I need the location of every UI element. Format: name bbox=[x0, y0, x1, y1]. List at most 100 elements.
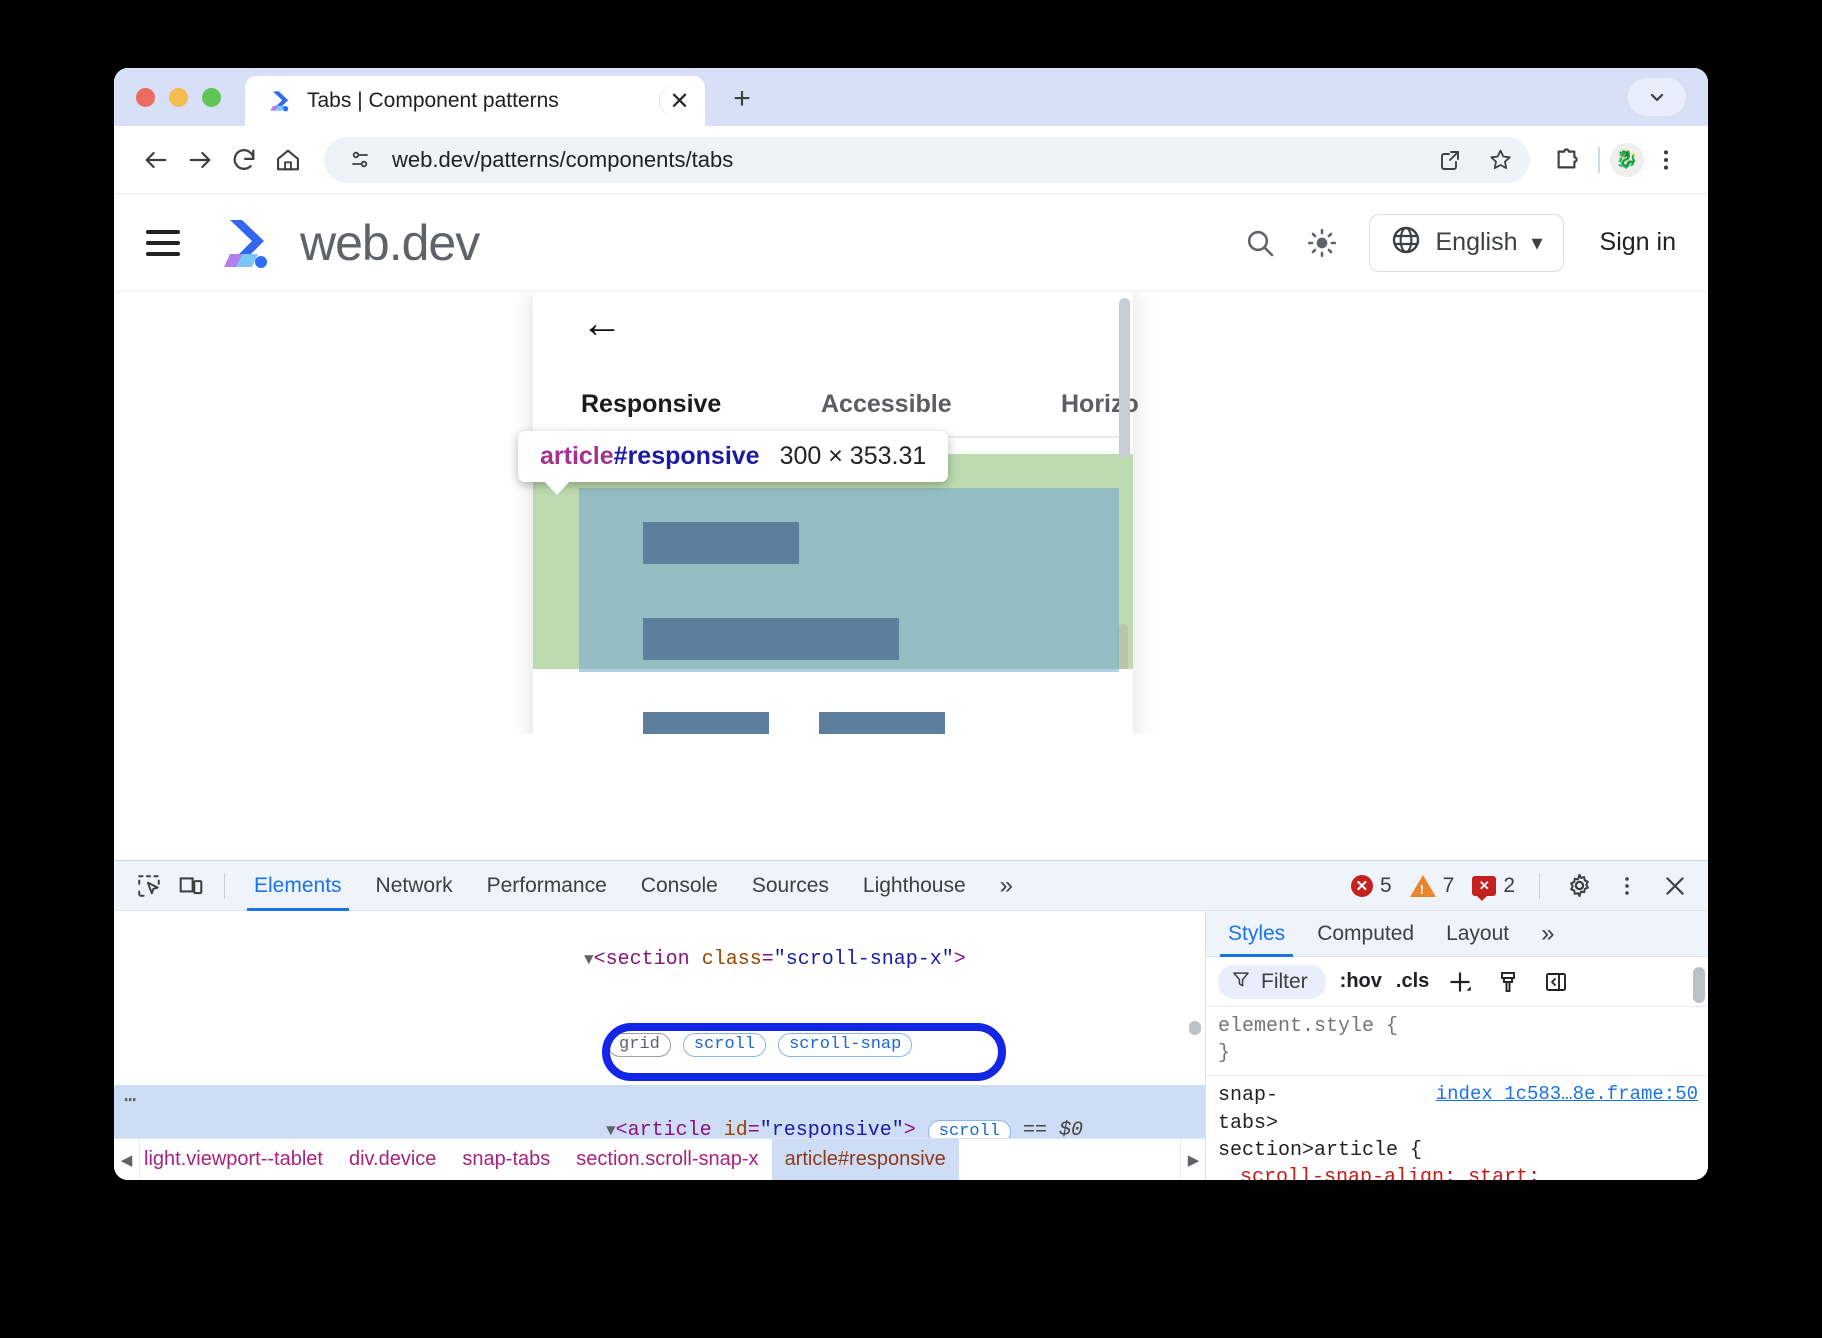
inspect-element-icon[interactable] bbox=[128, 865, 170, 907]
back-icon[interactable] bbox=[134, 138, 178, 182]
error-count: 5 bbox=[1380, 874, 1392, 898]
warning-count-badge[interactable]: 7 bbox=[1404, 874, 1461, 898]
webdev-logo-icon bbox=[267, 88, 294, 115]
styles-filter-input[interactable]: Filter bbox=[1218, 965, 1326, 999]
styles-filter-placeholder: Filter bbox=[1261, 970, 1308, 994]
device-toolbar-icon[interactable] bbox=[170, 865, 212, 907]
search-icon[interactable] bbox=[1233, 216, 1287, 270]
skeleton-bar bbox=[643, 712, 769, 734]
globe-icon bbox=[1390, 224, 1422, 261]
close-tab-button[interactable]: ✕ bbox=[659, 86, 689, 116]
css-selector: element.style { bbox=[1218, 1013, 1698, 1040]
tab-layout[interactable]: Layout bbox=[1430, 911, 1525, 957]
css-selector-line3: section>article { bbox=[1218, 1137, 1698, 1164]
window-controls bbox=[136, 68, 245, 126]
reload-icon[interactable] bbox=[222, 138, 266, 182]
row-overflow-dots[interactable]: ⋯ bbox=[124, 1089, 138, 1115]
styles-content[interactable]: element.style { } index_1c583…8e.frame:5… bbox=[1206, 1007, 1708, 1180]
address-bar-url[interactable]: web.dev/patterns/components/tabs bbox=[392, 147, 1418, 173]
devtools-panel: Elements Network Performance Console Sou… bbox=[114, 860, 1708, 1180]
demo-tab-horizontal[interactable]: Horizo bbox=[1061, 390, 1301, 419]
tab-console[interactable]: Console bbox=[624, 861, 735, 911]
paintbrush-icon[interactable] bbox=[1491, 967, 1525, 997]
tab-sources[interactable]: Sources bbox=[735, 861, 846, 911]
demo-back-arrow-icon[interactable]: ← bbox=[581, 302, 623, 344]
dom-tree-pane[interactable]: ▼<section class="scroll-snap-x"> grid sc… bbox=[114, 911, 1206, 1180]
styles-more-tabs-button[interactable]: » bbox=[1525, 911, 1570, 957]
home-icon[interactable] bbox=[266, 138, 310, 182]
breadcrumb-item-viewport[interactable]: light.viewport--tablet bbox=[140, 1139, 336, 1181]
breadcrumb-scroll-left[interactable]: ◀ bbox=[114, 1139, 140, 1181]
site-header-actions: English ▾ Sign in bbox=[1233, 214, 1683, 272]
dom-tree-scrollbar[interactable] bbox=[1189, 1021, 1201, 1035]
css-property-name[interactable]: scroll-snap-align bbox=[1240, 1166, 1444, 1180]
dom-row-badges[interactable]: grid scroll scroll-snap bbox=[114, 1002, 1205, 1085]
cls-button[interactable]: .cls bbox=[1396, 970, 1429, 993]
more-tabs-button[interactable]: » bbox=[983, 861, 1030, 911]
sun-icon[interactable] bbox=[1295, 216, 1349, 270]
site-logo-text[interactable]: web.dev bbox=[300, 214, 479, 272]
devtools-toolbar: Elements Network Performance Console Sou… bbox=[114, 861, 1708, 911]
tab-strip: Tabs | Component patterns ✕ + bbox=[114, 68, 1708, 126]
inspector-tooltip-dimensions: 300 × 353.31 bbox=[780, 442, 927, 471]
demo-tab-responsive[interactable]: Responsive bbox=[581, 390, 821, 419]
bookmark-star-icon[interactable] bbox=[1482, 142, 1518, 178]
tab-computed[interactable]: Computed bbox=[1301, 911, 1430, 957]
hamburger-icon[interactable] bbox=[146, 220, 192, 266]
avatar[interactable]: 🐉 bbox=[1610, 143, 1644, 177]
dom-row[interactable]: ▼<section class="scroll-snap-x"> bbox=[114, 919, 1205, 1002]
language-selector[interactable]: English ▾ bbox=[1369, 214, 1564, 272]
browser-window: Tabs | Component patterns ✕ + bbox=[114, 68, 1708, 1180]
css-rule-snap-tabs[interactable]: index_1c583…8e.frame:50 snap- tabs> sect… bbox=[1206, 1076, 1708, 1180]
devtools-menu-icon[interactable] bbox=[1606, 865, 1648, 907]
plus-icon[interactable] bbox=[1443, 967, 1477, 997]
forward-icon[interactable] bbox=[178, 138, 222, 182]
close-icon[interactable] bbox=[1654, 865, 1696, 907]
demo-tab-accessible[interactable]: Accessible bbox=[821, 390, 1061, 419]
breadcrumb-item-device[interactable]: div.device bbox=[336, 1139, 449, 1181]
address-bar[interactable]: web.dev/patterns/components/tabs bbox=[324, 137, 1530, 183]
sign-in-button[interactable]: Sign in bbox=[1600, 228, 1676, 257]
toolbar-divider bbox=[1539, 873, 1540, 899]
styles-scrollbar[interactable] bbox=[1693, 967, 1705, 1003]
tab-network[interactable]: Network bbox=[359, 861, 470, 911]
message-count: 2 bbox=[1503, 874, 1515, 898]
browser-tab-active[interactable]: Tabs | Component patterns ✕ bbox=[245, 76, 705, 126]
message-count-badge[interactable]: ✕ 2 bbox=[1466, 874, 1521, 898]
breadcrumb-scroll-right[interactable]: ▶ bbox=[1180, 1139, 1206, 1181]
error-count-badge[interactable]: ✕ 5 bbox=[1345, 874, 1398, 898]
css-rule-element-style[interactable]: element.style { } bbox=[1206, 1007, 1708, 1076]
badge-grid[interactable]: grid bbox=[608, 1033, 671, 1057]
toggle-sidebar-icon[interactable] bbox=[1539, 967, 1573, 997]
close-window-button[interactable] bbox=[136, 88, 155, 107]
tab-performance[interactable]: Performance bbox=[470, 861, 624, 911]
page-scrollbar[interactable] bbox=[1119, 298, 1130, 458]
console-message-icon: ✕ bbox=[1472, 876, 1496, 896]
inspector-tooltip-tag: article bbox=[540, 442, 614, 470]
css-source-link[interactable]: index_1c583…8e.frame:50 bbox=[1436, 1082, 1698, 1108]
tab-lighthouse[interactable]: Lighthouse bbox=[846, 861, 983, 911]
browser-tab-title: Tabs | Component patterns bbox=[307, 89, 646, 113]
breadcrumb-item-section[interactable]: section.scroll-snap-x bbox=[563, 1139, 771, 1181]
tab-styles[interactable]: Styles bbox=[1212, 911, 1301, 957]
hov-button[interactable]: :hov bbox=[1340, 970, 1382, 993]
tab-search-button[interactable] bbox=[1628, 78, 1686, 116]
breadcrumb-item-snap-tabs[interactable]: snap-tabs bbox=[449, 1139, 563, 1181]
css-property-value[interactable]: start; bbox=[1468, 1166, 1540, 1180]
expand-triangle-icon[interactable]: ▼ bbox=[584, 951, 594, 969]
badge-scroll-snap[interactable]: scroll-snap bbox=[778, 1033, 912, 1057]
browser-menu-icon[interactable] bbox=[1644, 138, 1688, 182]
site-settings-icon[interactable] bbox=[342, 142, 378, 178]
tab-elements[interactable]: Elements bbox=[237, 861, 359, 911]
gear-icon[interactable] bbox=[1558, 865, 1600, 907]
new-tab-button[interactable]: + bbox=[721, 78, 763, 120]
share-icon[interactable] bbox=[1432, 142, 1468, 178]
warning-count: 7 bbox=[1443, 874, 1455, 898]
chevron-down-icon: ▾ bbox=[1532, 230, 1543, 256]
maximize-window-button[interactable] bbox=[202, 88, 221, 107]
webdev-logo-icon[interactable] bbox=[220, 217, 278, 269]
extensions-puzzle-icon[interactable] bbox=[1544, 138, 1588, 182]
badge-scroll[interactable]: scroll bbox=[683, 1033, 766, 1057]
breadcrumb-item-article[interactable]: article#responsive bbox=[772, 1139, 959, 1181]
minimize-window-button[interactable] bbox=[169, 88, 188, 107]
